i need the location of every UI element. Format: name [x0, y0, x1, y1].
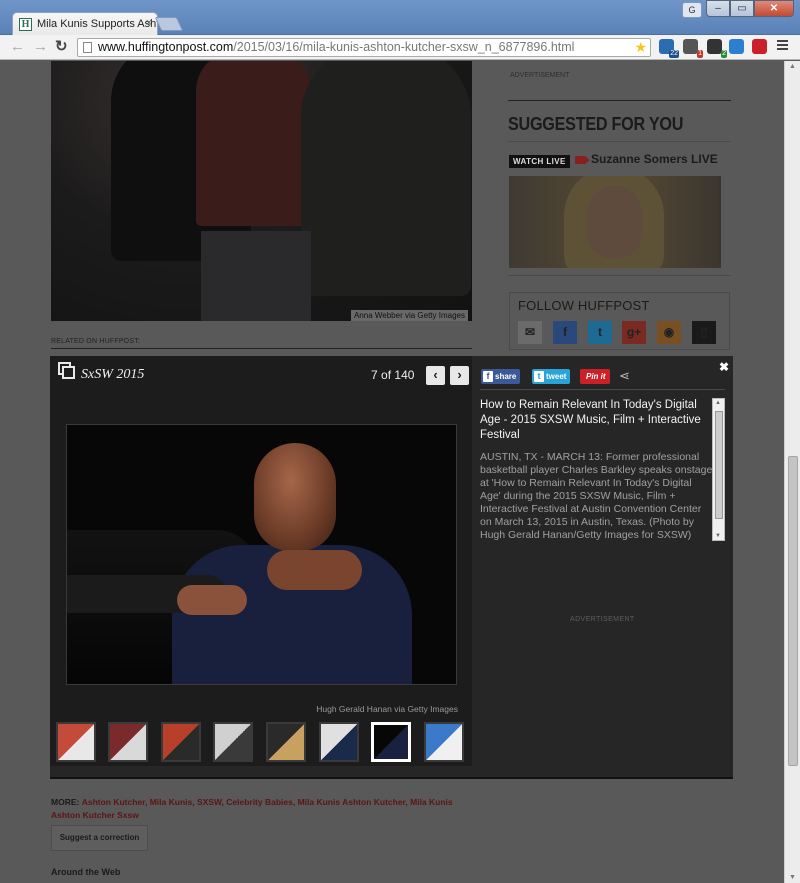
- scroll-up-icon[interactable]: ▲: [789, 63, 796, 70]
- sidebar-divider: [508, 141, 731, 142]
- caption-text: AUSTIN, TX - MARCH 13: Former profession…: [480, 451, 713, 541]
- related-label: RELATED ON HUFFPOST:: [51, 338, 472, 349]
- around-the-web-heading: Around the Web: [51, 867, 121, 877]
- sidebar-divider: [508, 275, 731, 276]
- caption-title: How to Remain Relevant In Today's Digita…: [480, 399, 701, 441]
- share-icon[interactable]: ⋖: [619, 368, 630, 384]
- follow-title: FOLLOW HUFFPOST: [518, 298, 650, 313]
- slide-total: 140: [394, 368, 415, 382]
- analytics-extension-icon[interactable]: 2: [707, 39, 727, 58]
- page-scrollbar[interactable]: ▲ ▼: [784, 61, 800, 883]
- slide-thumbnail[interactable]: [424, 722, 464, 762]
- twitter-icon[interactable]: t: [588, 321, 612, 344]
- video-camera-icon: [575, 156, 590, 164]
- tag-links[interactable]: Ashton Kutcher, Mila Kunis, SXSW, Celebr…: [51, 797, 453, 820]
- more-label: MORE:: [51, 797, 80, 807]
- more-tags: MORE: Ashton Kutcher, Mila Kunis, SXSW, …: [51, 796, 476, 822]
- facebook-icon: f: [483, 371, 493, 382]
- tab-close-icon[interactable]: ×: [146, 17, 152, 29]
- twitter-bird-icon: t: [534, 371, 544, 382]
- facebook-share-button[interactable]: f share: [481, 369, 521, 384]
- slide-thumbnail[interactable]: [161, 722, 201, 762]
- page-icon: [83, 42, 92, 53]
- tab-title: Mila Kunis Supports Ashton: [37, 18, 157, 30]
- profile-icon[interactable]: G: [682, 2, 702, 18]
- pinterest-extension-icon[interactable]: [752, 39, 767, 54]
- analytics-badge: 2: [721, 50, 727, 58]
- page-content: Anna Webber via Getty Images RELATED ON …: [0, 61, 784, 883]
- rss-icon[interactable]: ◉: [657, 321, 681, 344]
- address-bar[interactable]: www.huffingtonpost.com/2015/03/16/mila-k…: [77, 38, 651, 57]
- next-slide-button[interactable]: ›: [450, 366, 469, 385]
- slideshow-ad-label: ADVERTISEMENT: [570, 616, 635, 623]
- chrome-menu-icon[interactable]: [777, 40, 788, 52]
- suggested-video-thumbnail[interactable]: [509, 176, 721, 268]
- article-photo: Anna Webber via Getty Images: [51, 61, 472, 321]
- slide-counter: 7 of 140: [371, 368, 414, 382]
- back-arrow-icon[interactable]: ←: [10, 39, 25, 55]
- gallery-icon: [58, 362, 75, 379]
- scrollbar-thumb[interactable]: [788, 456, 798, 766]
- maximize-button[interactable]: ▭: [730, 0, 754, 17]
- caption-scrollbar[interactable]: ▲ ▼: [712, 398, 725, 541]
- pinterest-button[interactable]: Pin it: [580, 369, 610, 384]
- article-photo-credit: Anna Webber via Getty Images: [350, 310, 468, 321]
- browser-tab[interactable]: H Mila Kunis Supports Ashton ×: [12, 12, 158, 35]
- mobile-icon[interactable]: ▯: [692, 321, 716, 344]
- forward-arrow-icon[interactable]: →: [33, 39, 48, 55]
- huffpost-favicon-icon: H: [19, 18, 32, 31]
- tweet-button[interactable]: t tweet: [532, 369, 571, 384]
- suggested-title: SUGGESTED FOR YOU: [508, 114, 684, 134]
- reload-icon[interactable]: ↻: [55, 39, 68, 55]
- live-video-title[interactable]: Suzanne Somers LIVE: [591, 152, 718, 166]
- ext-blue-extension-icon[interactable]: [729, 39, 744, 54]
- sidebar-ad-label: ADVERTISEMENT: [510, 72, 570, 79]
- caption-panel: How to Remain Relevant In Today's Digita…: [480, 398, 725, 541]
- url-path: /2015/03/16/mila-kunis-ashton-kutcher-sx…: [233, 40, 575, 54]
- slide-thumbnail[interactable]: [371, 722, 411, 762]
- google-plus-icon[interactable]: g+: [622, 321, 646, 344]
- slideshow-overlay: SxSW 2015 7 of 140 ‹ › Hugh Gerald Hanan…: [50, 356, 733, 779]
- minimize-button[interactable]: –: [706, 0, 730, 17]
- url-host: www.huffingtonpost.com: [98, 40, 234, 54]
- slide-image[interactable]: [66, 424, 457, 685]
- slideshow-title: SxSW 2015: [81, 367, 145, 382]
- slideshow-stage: SxSW 2015 7 of 140 ‹ › Hugh Gerald Hanan…: [50, 356, 472, 766]
- prev-slide-button[interactable]: ‹: [426, 366, 445, 385]
- suggest-correction-button[interactable]: Suggest a correction: [51, 825, 148, 851]
- slide-thumbnail[interactable]: [319, 722, 359, 762]
- browser-toolbar: ← → ↻ www.huffingtonpost.com/2015/03/16/…: [0, 35, 800, 60]
- slide-thumbnail[interactable]: [108, 722, 148, 762]
- sidebar-divider: [508, 100, 731, 101]
- browser-titlebar: H Mila Kunis Supports Ashton × G – ▭ ✕: [0, 0, 800, 35]
- watch-live-badge[interactable]: WATCH LIVE: [509, 155, 570, 168]
- caption-divider: [480, 389, 725, 390]
- lastpass-extension-icon[interactable]: 22: [659, 39, 679, 58]
- window-controls: G – ▭ ✕: [682, 0, 794, 18]
- slide-thumbnail[interactable]: [56, 722, 96, 762]
- close-window-button[interactable]: ✕: [754, 0, 794, 17]
- email-icon[interactable]: ✉: [518, 321, 542, 344]
- close-slideshow-icon[interactable]: ✖: [719, 360, 729, 374]
- lastpass-badge: 22: [669, 50, 679, 58]
- bookmark-star-icon[interactable]: ★: [634, 39, 647, 56]
- slide-current: 7: [371, 368, 378, 382]
- scroll-down-icon[interactable]: ▼: [789, 874, 796, 881]
- slide-thumbnail[interactable]: [266, 722, 306, 762]
- facebook-icon[interactable]: f: [553, 321, 577, 344]
- ghostery-badge: 1: [697, 50, 703, 58]
- ghostery-extension-icon[interactable]: 1: [683, 39, 703, 58]
- slide-of: of: [381, 368, 392, 382]
- slide-thumbnail[interactable]: [213, 722, 253, 762]
- new-tab-button[interactable]: [154, 17, 184, 31]
- slide-photo-credit: Hugh Gerald Hanan via Getty Images: [316, 704, 458, 714]
